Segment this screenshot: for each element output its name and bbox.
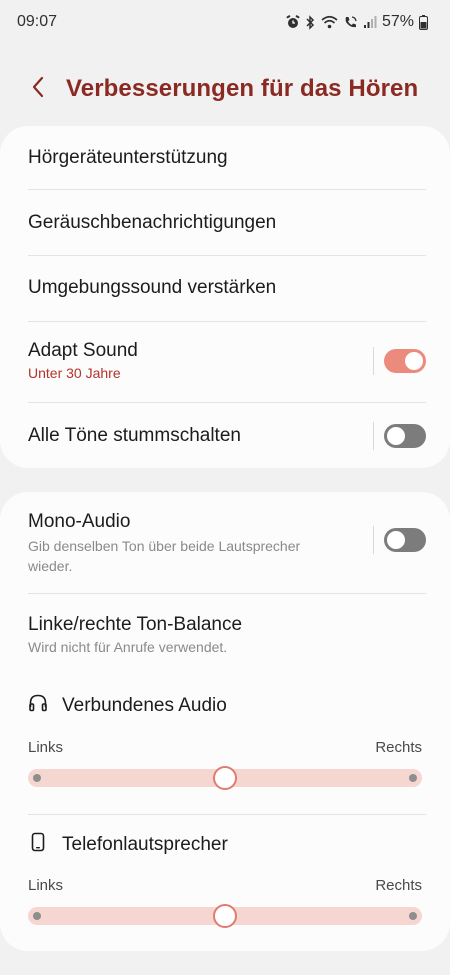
slider-thumb[interactable] (213, 766, 237, 790)
battery-icon (419, 14, 428, 30)
mono-audio-item[interactable]: Mono-Audio Gib denselben Ton über beide … (28, 510, 426, 578)
left-label: Links (28, 739, 64, 756)
slider-thumb[interactable] (213, 904, 237, 928)
vertical-divider (373, 526, 374, 554)
vertical-divider (373, 422, 374, 450)
adapt-sound-toggle[interactable] (384, 349, 426, 373)
page-title: Verbesserungen für das Hören (66, 75, 419, 102)
mute-all-sounds-item[interactable]: Alle Töne stummschalten (28, 416, 426, 456)
divider (28, 189, 426, 190)
status-time: 09:07 (17, 13, 58, 30)
section-title: Telefonlautsprecher (62, 834, 228, 855)
hearing-settings-card: Hörgeräteunterstützung Geräuschbenachric… (0, 126, 450, 468)
headphones-icon (28, 693, 48, 719)
wifi-calling-icon (343, 15, 358, 30)
item-subtitle: Wird nicht für Anrufe verwendet. (28, 639, 228, 655)
amplify-ambient-sound-item[interactable]: Umgebungssound verstärken (28, 272, 426, 304)
phone-speaker-balance-slider[interactable] (28, 904, 422, 928)
phone-speaker-label: Telefonlautsprecher (28, 832, 228, 858)
left-right-balance-item: Linke/rechte Ton-Balance Wird nicht für … (28, 611, 426, 659)
connected-audio-balance-slider[interactable] (28, 766, 422, 790)
status-icons: 57% (286, 13, 428, 31)
item-title: Alle Töne stummschalten (28, 425, 241, 446)
slider-min-dot (33, 774, 41, 782)
right-label: Rechts (375, 877, 422, 894)
divider (28, 402, 426, 403)
connected-audio-label: Verbundenes Audio (28, 693, 227, 719)
signal-icon (363, 15, 377, 29)
wifi-icon (321, 15, 338, 29)
chevron-left-icon (31, 76, 45, 103)
app-header: Verbesserungen für das Hören (0, 60, 450, 118)
phone-icon (28, 832, 48, 858)
item-subtitle: Unter 30 Jahre (28, 365, 121, 381)
divider (28, 814, 426, 815)
back-button[interactable] (14, 65, 62, 113)
slider-min-dot (33, 912, 41, 920)
slider-max-dot (409, 774, 417, 782)
phone-speaker-lr-labels: Links Rechts (28, 877, 422, 894)
alarm-icon (286, 15, 300, 29)
adapt-sound-item[interactable]: Adapt Sound Unter 30 Jahre (28, 334, 426, 388)
section-title: Verbundenes Audio (62, 695, 227, 716)
item-title: Adapt Sound (28, 340, 138, 361)
mono-audio-toggle[interactable] (384, 528, 426, 552)
mute-all-sounds-toggle[interactable] (384, 424, 426, 448)
left-label: Links (28, 877, 64, 894)
audio-balance-card: Mono-Audio Gib denselben Ton über beide … (0, 492, 450, 951)
item-title: Hörgeräteunterstützung (28, 147, 228, 168)
divider (28, 255, 426, 256)
vertical-divider (373, 347, 374, 375)
divider (28, 321, 426, 322)
slider-max-dot (409, 912, 417, 920)
sound-notifications-item[interactable]: Geräuschbenachrichtigungen (28, 207, 426, 239)
item-subtitle: Gib denselben Ton über beide Lautspreche… (28, 538, 301, 574)
divider (28, 593, 426, 594)
bluetooth-icon (305, 14, 316, 30)
right-label: Rechts (375, 739, 422, 756)
hearing-aid-support-item[interactable]: Hörgeräteunterstützung (28, 142, 426, 174)
battery-percent: 57% (381, 13, 414, 30)
item-title: Mono-Audio (28, 511, 131, 532)
item-title: Umgebungssound verstärken (28, 277, 277, 298)
item-title: Geräuschbenachrichtigungen (28, 212, 277, 233)
status-bar: 09:07 57% (0, 0, 450, 44)
item-title: Linke/rechte Ton-Balance (28, 614, 243, 635)
connected-audio-lr-labels: Links Rechts (28, 739, 422, 756)
